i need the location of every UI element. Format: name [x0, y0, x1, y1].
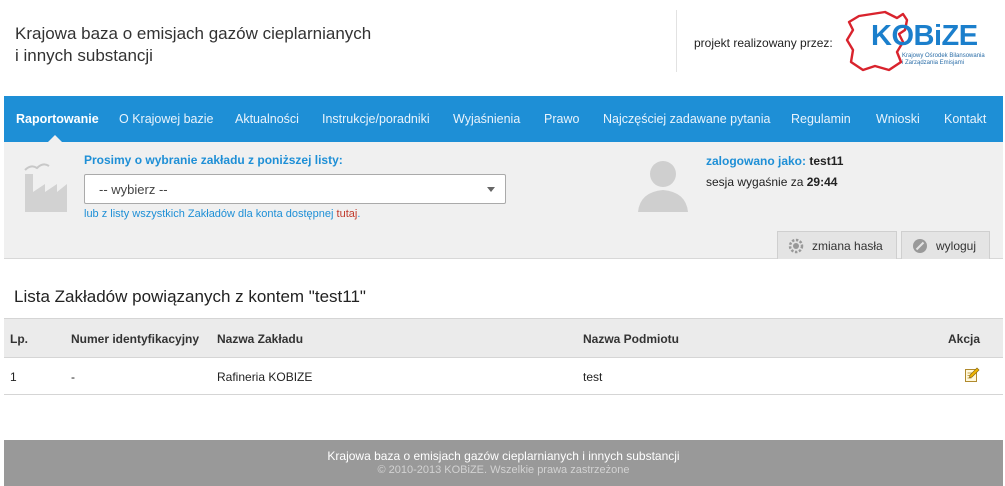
user-avatar-icon	[638, 161, 688, 212]
column-header-lp: Lp.	[10, 332, 28, 346]
table-header-row: Lp. Numer identyfikacyjny Nazwa Zakładu …	[4, 319, 1003, 358]
main-nav: Raportowanie O Krajowej bazie Aktualnośc…	[4, 96, 1003, 142]
change-password-label: zmiana hasła	[812, 239, 883, 253]
facilities-table: Lp. Numer identyfikacyjny Nazwa Zakładu …	[4, 318, 1003, 395]
factory-icon	[24, 163, 67, 212]
site-title-line2: i innych substancji	[15, 46, 153, 65]
kobize-logo[interactable]: KOBiZE Krajowy Ośrodek Bilansowania i Za…	[845, 8, 995, 80]
session-expiry-line: sesja wygaśnie za 29:44	[706, 175, 837, 189]
session-expiry-label: sesja wygaśnie za	[706, 175, 804, 189]
nav-item-prawo[interactable]: Prawo	[544, 96, 579, 142]
logo-subtitle-line1: Krajowy Ośrodek Bilansowania	[902, 53, 985, 59]
site-title-line1: Krajowa baza o emisjach gazów cieplarnia…	[15, 24, 372, 43]
logout-label: wyloguj	[936, 239, 977, 253]
logo-subtitle-line2: i Zarządzania Emisjami	[902, 60, 965, 66]
facility-select[interactable]: -- wybierz --	[84, 174, 506, 204]
column-header-id-number: Numer identyfikacyjny	[71, 332, 200, 346]
site-title: Krajowa baza o emisjach gazów cieplarnia…	[15, 23, 435, 67]
all-facilities-text: lub z listy wszystkich Zakładów dla kont…	[84, 208, 337, 220]
header-divider	[676, 10, 677, 72]
all-facilities-link[interactable]: tutaj	[337, 208, 358, 220]
cell-entity-name: test	[583, 370, 603, 384]
logout-button[interactable]: wyloguj	[901, 231, 990, 259]
logged-in-username: test11	[809, 154, 844, 168]
select-facility-prompt: Prosimy o wybranie zakładu z poniższej l…	[84, 153, 343, 167]
column-header-entity-name: Nazwa Podmiotu	[583, 332, 680, 346]
nav-item-aktualnosci[interactable]: Aktualności	[235, 96, 299, 142]
nav-item-faq[interactable]: Najczęściej zadawane pytania	[603, 96, 770, 142]
nav-item-kontakt[interactable]: Kontakt	[944, 96, 986, 142]
logged-in-label: zalogowano jako:	[706, 154, 807, 168]
facility-select-value: -- wybierz --	[99, 182, 168, 197]
nav-item-instrukcje[interactable]: Instrukcje/poradniki	[322, 96, 430, 142]
session-expiry-time: 29:44	[806, 175, 838, 189]
footer-title: Krajowa baza o emisjach gazów cieplarnia…	[327, 449, 680, 463]
nav-item-regulamin[interactable]: Regulamin	[791, 96, 851, 142]
logged-in-line: zalogowano jako: test11	[706, 154, 843, 168]
column-header-action: Akcja	[948, 332, 981, 346]
cell-lp: 1	[10, 370, 17, 384]
edit-icon[interactable]	[964, 367, 980, 383]
table-row: 1 - Rafineria KOBIZE test	[4, 358, 1003, 395]
page-header: Krajowa baza o emisjach gazów cieplarnia…	[0, 0, 1005, 96]
all-facilities-line: lub z listy wszystkich Zakładów dla kont…	[84, 208, 360, 220]
active-nav-caret	[48, 135, 62, 142]
logo-subtitle: Krajowy Ośrodek Bilansowania i Zarządzan…	[902, 53, 994, 67]
cell-facility-name: Rafineria KOBIZE	[217, 370, 313, 384]
chevron-down-icon	[487, 187, 495, 192]
page-footer: Krajowa baza o emisjach gazów cieplarnia…	[4, 440, 1003, 486]
nav-item-wyjasnienia[interactable]: Wyjaśnienia	[453, 96, 520, 142]
logout-icon	[913, 239, 927, 253]
gear-icon	[788, 238, 804, 254]
footer-copyright: © 2010-2013 KOBiZE. Wszelkie prawa zastr…	[377, 464, 630, 476]
cell-id-number: -	[71, 370, 75, 384]
all-facilities-period: .	[357, 208, 361, 220]
column-header-facility-name: Nazwa Zakładu	[217, 332, 304, 346]
nav-item-o-krajowej-bazie[interactable]: O Krajowej bazie	[119, 96, 214, 142]
facility-panel: Prosimy o wybranie zakładu z poniższej l…	[4, 142, 1003, 259]
logo-text: KOBiZE	[871, 20, 978, 52]
change-password-button[interactable]: zmiana hasła	[777, 231, 897, 259]
facilities-list-title: Lista Zakładów powiązanych z kontem "tes…	[14, 287, 366, 306]
nav-item-wnioski[interactable]: Wnioski	[876, 96, 920, 142]
project-label: projekt realizowany przez:	[694, 36, 833, 50]
